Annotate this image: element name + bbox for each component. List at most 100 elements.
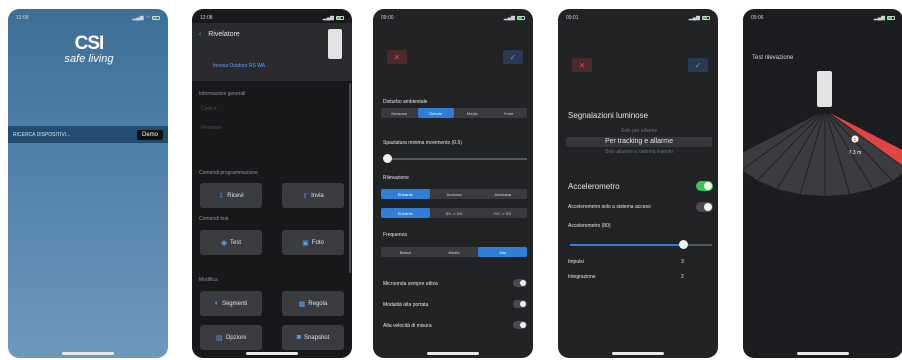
check-icon: ✓ [509,52,517,62]
signal-icon: ▂▄▆ [503,15,515,21]
cancel-button[interactable]: ✕ [572,58,592,72]
spaziatura-slider[interactable] [383,154,527,163]
target-distance: 7.3 m [849,150,862,156]
settings-icon: ▤ [216,334,223,342]
opt-dx-sx[interactable]: DX -> SX [478,208,527,218]
photo-button[interactable]: ▣ Foto [282,230,344,255]
send-button[interactable]: ⇧ Invia [282,183,344,208]
status-time: 12:08 [16,15,29,21]
scrollbar[interactable] [349,83,351,273]
receive-button[interactable]: ⇩ Ricevi [200,183,262,208]
spaziatura-label: Spaziatura minima movimento (0.5) [383,140,462,146]
opt-allontana[interactable]: Allontana [478,189,527,199]
accelerometro-toggle[interactable] [696,181,713,191]
opt-avvicina[interactable]: Avvicina [430,189,479,199]
impulsi-value[interactable]: 3 [681,259,684,265]
close-icon: ✕ [393,52,401,62]
opt-nessuno[interactable]: Nessuno [381,108,418,118]
radar-icon: ◉ [220,239,228,247]
chevron-left-icon: ‹ [199,31,202,38]
phone-detector-menu: 12:08 ▂▄▆ ‹ Rivelatore Innova Outdoor RS… [192,9,352,358]
alta-portata-toggle[interactable] [513,300,527,308]
status-bar: 09:01 ▂▄▆ [566,13,710,23]
wifi-icon: ◠ [145,15,150,21]
status-time: 12:08 [200,15,213,21]
frequenza-segmented[interactable]: Bassa Media Alta [381,247,528,257]
integrazione-value[interactable]: 2 [681,274,684,280]
section-test: Comandi test [199,216,229,222]
alta-portata-label: Modalità alta portata [383,302,429,308]
test-button[interactable]: ◉ Test [200,230,262,255]
detector-image [328,29,342,59]
signal-icon: ▂▄▆ [322,15,334,21]
section-modify: Modifica [199,277,218,283]
status-bar: 09:00 ▂▄▆ [381,13,525,23]
opt-debole[interactable]: Debole [417,108,454,118]
battery-icon [517,16,525,20]
phone-detection-test: 09:06 ▂▄▆ Test rilevazione 2 7.3 m [743,9,902,358]
device-name: Innova Outdoor RS WA [213,63,266,69]
acc-sistema-toggle[interactable] [696,202,713,212]
section-general-info: Informazioni generali [199,91,246,97]
opt-entrante-2[interactable]: Entrante [381,208,430,218]
phone-detection-settings: 09:00 ▂▄▆ ✕ ✓ Disturbo ambientale Nessun… [373,9,533,358]
rilevazione-segmented-2[interactable]: Entrante SX -> DX DX -> SX [381,208,527,218]
back-nav[interactable]: ‹ Rivelatore [199,31,240,38]
impulsi-label: Impulsi [568,259,584,265]
signal-icon: ▂▄▆ [688,15,700,21]
phone-led-accelerometer-settings: 09:01 ▂▄▆ ✕ ✓ Segnalazioni luminose Solo… [558,9,718,358]
status-bar: 12:08 ▂▄▆ ◠ [16,13,160,23]
rilevazione-segmented-1[interactable]: Entrante Avvicina Allontana [381,189,527,199]
microonda-label: Microonda sempre attiva [383,281,438,287]
demo-button[interactable]: Demo [136,129,163,140]
opt-media[interactable]: Media [430,247,479,257]
opt-medio[interactable]: Medio [454,108,491,118]
slider-knob[interactable] [383,154,392,163]
picker-option-selected[interactable]: Per tracking e allarme [566,137,712,147]
status-time: 09:00 [381,15,394,21]
segments-button[interactable]: ◐ Segmenti [200,291,262,316]
acc-sistema-label: Accelerometro solo a sistema acceso [568,204,651,210]
camera-icon: ◙ [296,334,301,341]
slider-knob[interactable] [679,240,688,249]
check-icon: ✓ [694,60,702,70]
confirm-button[interactable]: ✓ [503,50,523,64]
csi-logo: CSI safe living [64,33,114,65]
microonda-toggle[interactable] [513,279,527,287]
segnalazioni-label: Segnalazioni luminose [568,111,649,120]
cancel-button[interactable]: ✕ [387,50,407,64]
disturbo-segmented[interactable]: Nessuno Debole Medio Forte [381,108,527,118]
snapshot-button[interactable]: ◙ Snapshot [282,325,344,350]
frequenza-label: Frequenza [383,232,407,238]
upload-icon: ⇧ [302,192,309,200]
status-bar: 12:08 ▂▄▆ [200,13,344,23]
accelerometro-label: Accelerometro [568,182,620,191]
alta-velocita-toggle[interactable] [513,321,527,329]
grid-icon: ▦ [298,300,306,308]
accelerometro-slider[interactable] [570,240,712,249]
download-icon: ⇩ [218,192,225,200]
rule-button[interactable]: ▦ Regola [282,291,344,316]
picker-option-bottom[interactable]: Solo allarme a sistema inserito [566,149,712,155]
picker-option-top[interactable]: Solo per allarme [566,128,712,134]
opt-entrante[interactable]: Entrante [381,189,430,199]
disturbo-label: Disturbo ambientale [383,99,428,105]
home-indicator [246,352,298,355]
section-programming: Comandi programmazione [199,170,258,176]
opt-forte[interactable]: Forte [491,108,528,118]
segnalazioni-picker[interactable]: Solo per allarme Per tracking e allarme … [566,128,712,158]
opt-bassa[interactable]: Bassa [381,247,430,257]
device-search-bar: RICERCA DISPOSITIVI... Demo [8,126,168,143]
battery-icon [336,16,344,20]
confirm-button[interactable]: ✓ [688,58,708,72]
alta-velocita-label: Alta velocità di misura [383,323,432,329]
info-firmware: Firmware [201,125,222,131]
search-status-label: RICERCA DISPOSITIVI... [13,131,71,138]
image-icon: ▣ [302,239,309,247]
status-time: 09:01 [566,15,579,21]
options-button[interactable]: ▤ Opzioni [200,325,262,350]
opt-alta[interactable]: Alta [478,247,528,257]
acc-value-label: Accelerometro (80) [568,223,611,229]
opt-sx-dx[interactable]: SX -> DX [430,208,479,218]
phone-splash-screen: 12:08 ▂▄▆ ◠ CSI safe living RICERCA DISPO… [8,9,168,358]
